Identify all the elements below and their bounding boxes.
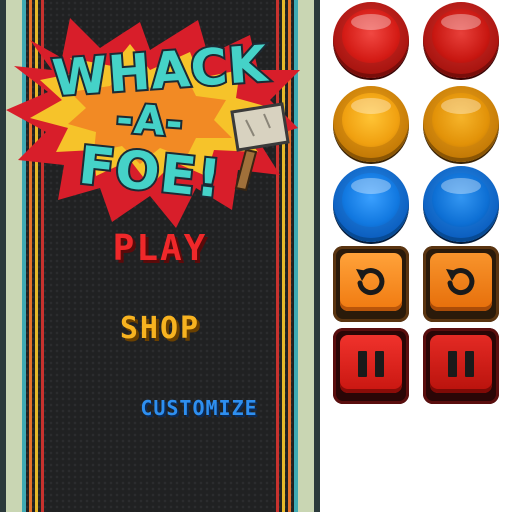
play-button[interactable]: PLAY xyxy=(0,228,320,269)
shop-button[interactable]: SHOP xyxy=(0,311,320,346)
hammer-icon xyxy=(230,102,290,192)
orange-round-button[interactable] xyxy=(333,86,409,162)
customize-button[interactable]: CUSTOMIZE xyxy=(104,396,294,420)
game-title-screen: WHACK -A- FOE! PLAY SHOP CUSTOMIZE xyxy=(0,0,320,512)
logo-line-2: -A- xyxy=(115,96,185,147)
replay-icon xyxy=(446,268,475,296)
replay-icon xyxy=(356,268,385,296)
blue-round-button[interactable] xyxy=(423,166,499,242)
red-round-button[interactable] xyxy=(333,2,409,78)
blue-round-button[interactable] xyxy=(333,166,409,242)
pause-button[interactable] xyxy=(333,328,409,404)
game-logo: WHACK -A- FOE! xyxy=(6,18,300,228)
pause-icon xyxy=(358,351,384,377)
replay-button[interactable] xyxy=(333,246,409,322)
red-round-button[interactable] xyxy=(423,2,499,78)
pause-icon xyxy=(448,351,474,377)
pause-button[interactable] xyxy=(423,328,499,404)
replay-button[interactable] xyxy=(423,246,499,322)
orange-round-button[interactable] xyxy=(423,86,499,162)
